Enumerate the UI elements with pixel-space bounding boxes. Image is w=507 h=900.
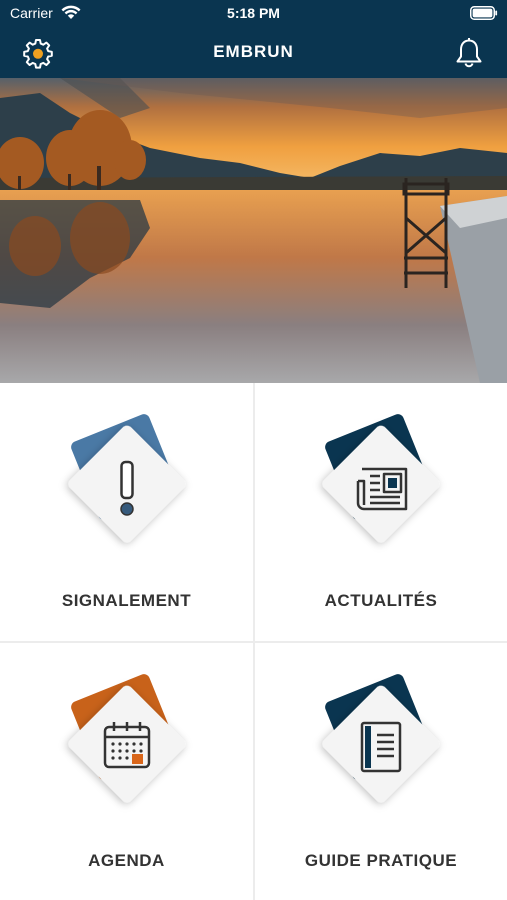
tile-label: SIGNALEMENT <box>61 591 192 610</box>
lake-sunset-photo <box>0 78 507 383</box>
tile-label: AGENDA <box>88 851 165 870</box>
calendar-icon <box>68 674 185 803</box>
navigation-bar: EMBRUN <box>0 28 507 78</box>
app-title: EMBRUN <box>213 42 294 61</box>
tile-guide-pratique[interactable]: GUIDE PRATIQUE <box>255 643 507 900</box>
menu-grid: SIGNALEMENT ACTUALITÉS AGENDA GUIDE PRAT… <box>0 383 507 900</box>
notifications-bell-icon[interactable] <box>453 37 485 69</box>
tile-label: GUIDE PRATIQUE <box>304 851 458 870</box>
status-bar: Carrier 5:18 PM <box>0 0 507 28</box>
tile-signalement[interactable]: SIGNALEMENT <box>0 383 253 641</box>
battery-icon <box>470 6 498 20</box>
tile-agenda[interactable]: AGENDA <box>0 643 253 900</box>
newspaper-icon <box>322 414 440 543</box>
book-icon <box>322 674 440 803</box>
exclamation-icon <box>68 414 185 543</box>
hero-image <box>0 78 507 383</box>
clock: 5:18 PM <box>227 5 280 21</box>
tile-actualites[interactable]: ACTUALITÉS <box>255 383 507 641</box>
tile-label: ACTUALITÉS <box>324 591 438 610</box>
